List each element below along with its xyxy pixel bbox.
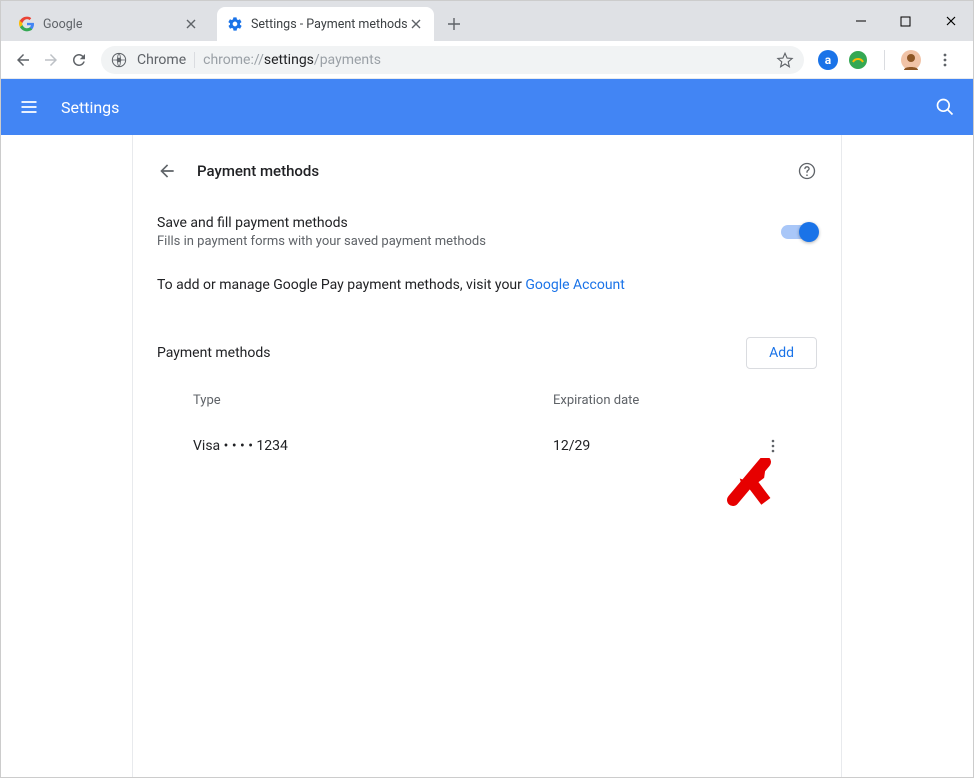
add-button[interactable]: Add (746, 337, 817, 369)
omnibox-url: chrome://settings/payments (203, 52, 381, 68)
toolbar-separator (884, 50, 885, 70)
search-icon[interactable] (933, 95, 957, 119)
browser-toolbar: Chrome chrome://settings/payments a (1, 41, 973, 79)
forward-button[interactable] (37, 46, 65, 74)
tab-google[interactable]: Google (9, 7, 209, 41)
back-button[interactable] (9, 46, 37, 74)
window-titlebar: Google Settings - Payment methods (1, 1, 973, 41)
settings-title: Settings (61, 98, 119, 117)
browser-menu-button[interactable] (931, 46, 959, 74)
settings-card: Payment methods Save and fill payment me… (132, 135, 842, 777)
reload-button[interactable] (65, 46, 93, 74)
omnibox-label: Chrome (137, 52, 186, 68)
save-fill-toggle-row: Save and fill payment methods Fills in p… (157, 195, 817, 253)
settings-app-header: Settings (1, 79, 973, 135)
tab-title: Settings - Payment methods (251, 17, 408, 32)
payment-methods-section-header: Payment methods Add (157, 317, 817, 381)
tab-settings-payments[interactable]: Settings - Payment methods (217, 7, 434, 41)
close-icon[interactable] (183, 16, 199, 32)
gear-icon (227, 16, 243, 32)
table-row: Visa • • • • 1234 12/29 (157, 420, 817, 472)
save-fill-toggle[interactable] (781, 225, 817, 239)
tab-strip: Google Settings - Payment methods (1, 1, 468, 41)
page-title: Payment methods (197, 162, 319, 180)
back-arrow-icon[interactable] (157, 161, 177, 181)
close-icon[interactable] (408, 16, 424, 32)
card-type-cell: Visa • • • • 1234 (173, 438, 553, 454)
site-info-icon[interactable] (111, 52, 127, 68)
payment-table-header: Type Expiration date (157, 381, 817, 420)
close-window-button[interactable] (928, 6, 973, 36)
toggle-primary-label: Save and fill payment methods (157, 215, 781, 231)
url-path: /payments (314, 52, 381, 68)
more-actions-button[interactable] (761, 434, 785, 458)
profile-avatar[interactable] (901, 50, 921, 70)
google-pay-info: To add or manage Google Pay payment meth… (157, 253, 817, 317)
bookmark-star-icon[interactable] (776, 51, 794, 69)
extension-icon-1[interactable]: a (818, 50, 838, 70)
column-type: Type (173, 393, 553, 408)
column-expiration: Expiration date (553, 393, 761, 408)
menu-icon[interactable] (17, 95, 41, 119)
url-host: settings (264, 52, 314, 68)
google-account-link[interactable]: Google Account (525, 277, 624, 293)
address-bar[interactable]: Chrome chrome://settings/payments (101, 46, 804, 74)
google-favicon (19, 16, 35, 32)
maximize-button[interactable] (883, 6, 928, 36)
window-controls (838, 1, 973, 41)
new-tab-button[interactable] (440, 10, 468, 38)
url-scheme: chrome:// (203, 52, 264, 68)
toggle-secondary-label: Fills in payment forms with your saved p… (157, 234, 781, 249)
content-area: Payment methods Save and fill payment me… (1, 135, 973, 777)
extension-icons: a (812, 46, 965, 74)
extension-icon-2[interactable] (848, 50, 868, 70)
omnibox-divider (194, 52, 195, 68)
section-title: Payment methods (157, 345, 746, 361)
tab-title: Google (43, 17, 183, 32)
card-expiration-cell: 12/29 (553, 438, 761, 454)
page-header: Payment methods (157, 147, 817, 195)
minimize-button[interactable] (838, 6, 883, 36)
help-icon[interactable] (797, 161, 817, 181)
info-text: To add or manage Google Pay payment meth… (157, 277, 525, 293)
toggle-knob (799, 222, 819, 242)
